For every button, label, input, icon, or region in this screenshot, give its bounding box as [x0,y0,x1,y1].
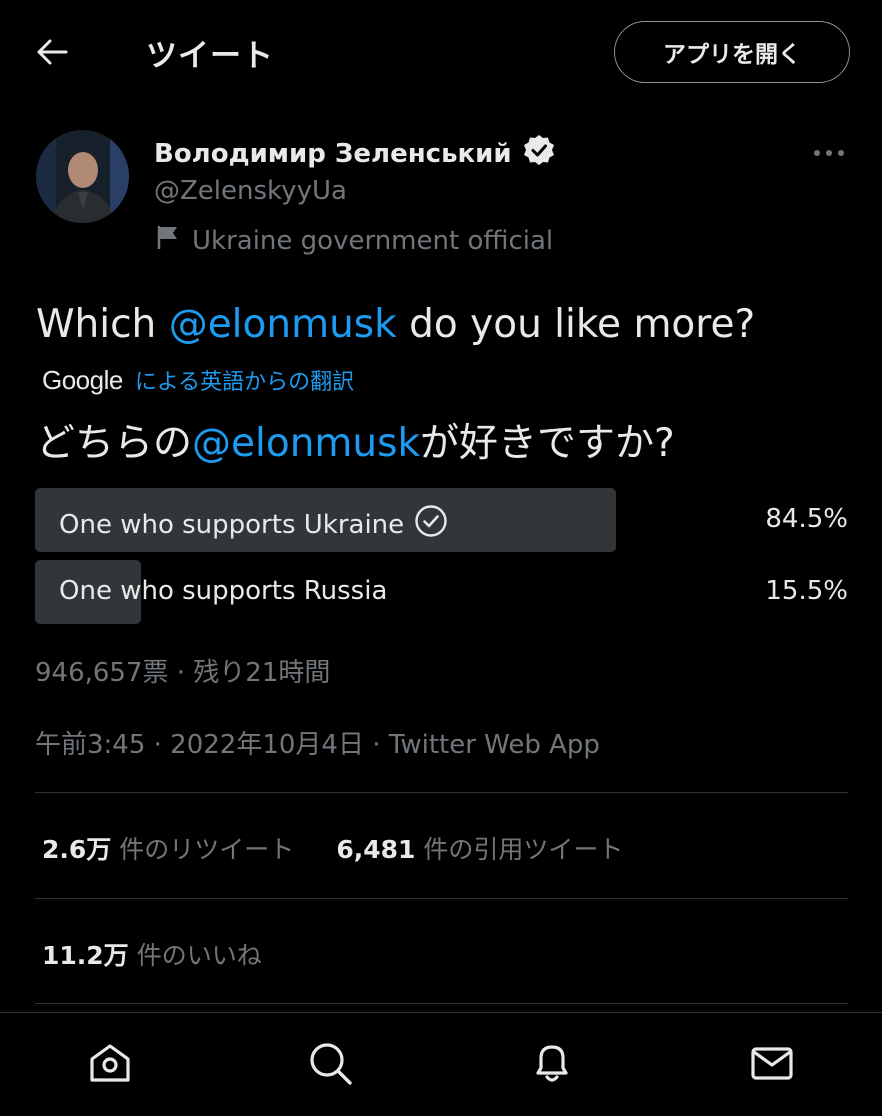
poll-option-label: One who supports Russia [59,576,387,606]
poll-option-ukraine: One who supports Ukraine 84.5% [35,488,848,552]
author-display-name: Володимир Зеленський [154,138,512,169]
quote-tweets-stat[interactable]: 6,481 件の引用ツイート [336,830,623,866]
nav-home-button[interactable] [86,1041,134,1089]
tweet-text-start: Which [36,302,169,347]
quote-tweets-count: 6,481 [336,835,416,864]
poll-percentage: 15.5% [765,576,848,606]
arrow-left-icon [36,38,68,70]
tweet-text-end: do you like more? [396,302,756,347]
author-handle[interactable]: @ZelenskyyUa [154,176,347,206]
poll-percentage: 84.5% [765,504,848,534]
messages-mail-icon [749,1040,795,1090]
author-name[interactable]: Володимир Зеленський [154,133,556,174]
search-icon [307,1040,353,1090]
more-options-button[interactable] [808,138,850,164]
likes-stat[interactable]: 11.2万 件のいいね [42,936,262,972]
mention-link[interactable]: @elonmusk [169,302,397,347]
engagement-stats: 2.6万 件のリツイート 6,481 件の引用ツイート [42,830,623,866]
likes-label: 件のいいね [136,941,262,970]
nav-notifications-button[interactable] [528,1041,576,1089]
home-icon [87,1040,133,1090]
divider [35,792,848,793]
top-bar: ツイート アプリを開く [0,0,882,104]
bottom-navigation [0,1012,882,1116]
google-logo: Google [42,364,123,395]
flag-icon [156,224,180,257]
retweets-stat[interactable]: 2.6万 件のリツイート [42,830,294,866]
tweet-text: Which @elonmusk do you like more? [36,302,755,347]
open-app-button[interactable]: アプリを開く [614,21,850,83]
poll-option-russia: One who supports Russia 15.5% [35,560,848,624]
nav-messages-button[interactable] [748,1041,796,1089]
notifications-bell-icon [529,1040,575,1090]
government-label-text: Ukraine government official [192,225,554,256]
likes-count: 11.2万 [42,941,129,970]
poll-vote-count: 946,657票 · 残り21時間 [35,658,331,688]
retweets-label: 件のリツイート [119,835,295,864]
divider [35,1003,848,1004]
poll-option-text: One who supports Russia [59,576,388,606]
translation-source-link[interactable]: による英語からの翻訳 [135,364,354,396]
check-circle-icon [414,504,448,545]
translated-text-start: どちらの [36,421,193,466]
translated-text-end: が好きですか? [420,421,675,466]
divider [35,898,848,899]
government-label: Ukraine government official [156,224,553,257]
nav-search-button[interactable] [306,1041,354,1089]
more-horizontal-icon [813,142,845,161]
retweets-count: 2.6万 [42,835,112,864]
tweet-timestamp[interactable]: 午前3:45 · 2022年10月4日 · Twitter Web App [35,724,600,761]
quote-tweets-label: 件の引用ツイート [423,835,624,864]
page-title: ツイート [146,38,274,74]
verified-badge-icon [522,133,556,174]
back-button[interactable] [30,32,74,76]
translation-attribution: Google による英語からの翻訳 [42,364,354,396]
poll-option-label: One who supports Ukraine [59,504,448,545]
translated-mention-link[interactable]: @elonmusk [192,421,420,466]
poll-option-text: One who supports Ukraine [59,509,405,540]
avatar[interactable] [36,130,129,223]
translated-text: どちらの@elonmuskが好きですか? [36,412,675,468]
